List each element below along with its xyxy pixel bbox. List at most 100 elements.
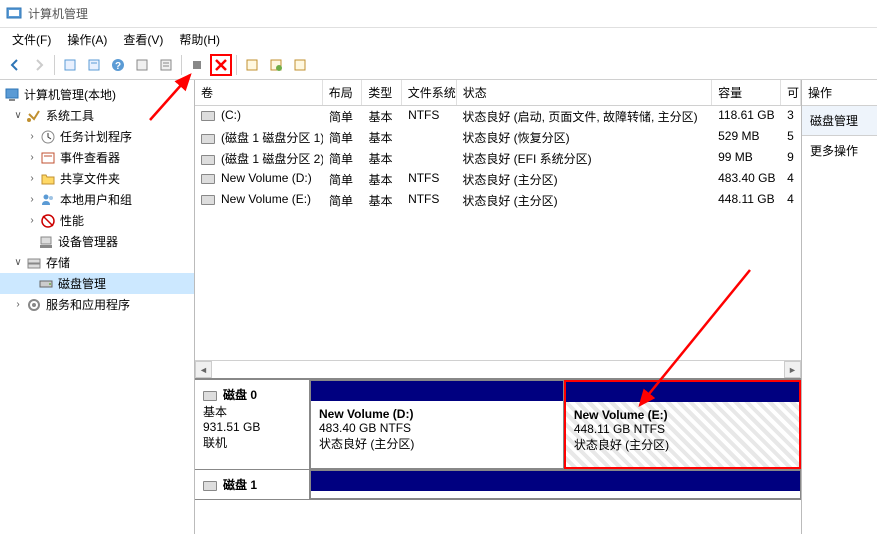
tree-label: 性能: [60, 212, 84, 229]
header-type[interactable]: 类型: [362, 80, 401, 105]
device-icon: [38, 234, 54, 250]
expand-icon[interactable]: ›: [26, 215, 38, 227]
collapse-icon[interactable]: ∨: [12, 110, 24, 122]
tree-label: 存储: [46, 254, 70, 271]
actions-group[interactable]: 磁盘管理: [802, 106, 877, 136]
actions-panel: 操作 磁盘管理 更多操作: [802, 80, 877, 534]
tree-local-users[interactable]: › 本地用户和组: [0, 189, 194, 210]
scroll-left-icon[interactable]: ◄: [195, 361, 212, 378]
disk-1-partitions: [310, 470, 801, 499]
forward-button[interactable]: [28, 54, 50, 76]
disk-graphical-panel[interactable]: 磁盘 0 基本 931.51 GB 联机 New Volume (D:) 483…: [195, 378, 801, 534]
volume-table[interactable]: 卷 布局 类型 文件系统 状态 容量 可 (C:)简单基本NTFS状态良好 (启…: [195, 80, 801, 360]
toolbar: ?: [0, 50, 877, 80]
tree-disk-management[interactable]: 磁盘管理: [0, 273, 194, 294]
table-row[interactable]: New Volume (D:)简单基本NTFS状态良好 (主分区)483.40 …: [195, 169, 801, 190]
main-area: 计算机管理(本地) ∨ 系统工具 › 任务计划程序 › 事件查看器 › 共享文件…: [0, 80, 877, 534]
expand-icon[interactable]: ›: [26, 173, 38, 185]
disk-1-row[interactable]: 磁盘 1: [195, 470, 801, 500]
horizontal-scrollbar[interactable]: ◄ ►: [195, 360, 801, 378]
tree-system-tools[interactable]: ∨ 系统工具: [0, 105, 194, 126]
scroll-right-icon[interactable]: ►: [784, 361, 801, 378]
content-panel: 卷 布局 类型 文件系统 状态 容量 可 (C:)简单基本NTFS状态良好 (启…: [195, 80, 802, 534]
collapse-icon[interactable]: ∨: [12, 257, 24, 269]
delete-button[interactable]: [210, 54, 232, 76]
table-row[interactable]: New Volume (E:)简单基本NTFS状态良好 (主分区)448.11 …: [195, 190, 801, 211]
tree-device-manager[interactable]: 设备管理器: [0, 231, 194, 252]
disk-type: 基本: [203, 405, 227, 419]
expand-icon[interactable]: ›: [26, 131, 38, 143]
tree-services[interactable]: › 服务和应用程序: [0, 294, 194, 315]
tools-icon: [26, 108, 42, 124]
services-icon: [26, 297, 42, 313]
tree-label: 磁盘管理: [58, 275, 106, 292]
app-icon: [6, 6, 22, 22]
drive-icon: [203, 481, 217, 491]
partition-status: 状态良好 (主分区): [574, 436, 791, 453]
actions-more[interactable]: 更多操作: [802, 136, 877, 165]
action-button[interactable]: [186, 54, 208, 76]
header-capacity[interactable]: 容量: [712, 80, 781, 105]
partition-header: [566, 382, 799, 402]
tree-event-viewer[interactable]: › 事件查看器: [0, 147, 194, 168]
partition[interactable]: [310, 470, 801, 499]
tree-shared-folders[interactable]: › 共享文件夹: [0, 168, 194, 189]
menu-file[interactable]: 文件(F): [4, 29, 59, 50]
disk-size: 931.51 GB: [203, 420, 260, 434]
partition-d[interactable]: New Volume (D:) 483.40 GB NTFS 状态良好 (主分区…: [310, 380, 564, 469]
partition-name: New Volume (D:): [319, 407, 555, 421]
help-button[interactable]: ?: [107, 54, 129, 76]
svg-text:?: ?: [115, 61, 121, 72]
tree-label: 事件查看器: [60, 149, 120, 166]
expand-icon[interactable]: ›: [26, 152, 38, 164]
toolbar-separator: [236, 55, 237, 75]
header-volume[interactable]: 卷: [195, 80, 323, 105]
view2-button[interactable]: [265, 54, 287, 76]
tree-label: 设备管理器: [58, 233, 118, 250]
volume-icon: [201, 155, 215, 165]
computer-icon: [4, 87, 20, 103]
menu-help[interactable]: 帮助(H): [171, 29, 228, 50]
partition-status: 状态良好 (主分区): [319, 435, 555, 452]
tree-task-scheduler[interactable]: › 任务计划程序: [0, 126, 194, 147]
up-button[interactable]: [59, 54, 81, 76]
back-button[interactable]: [4, 54, 26, 76]
window-title: 计算机管理: [28, 5, 88, 22]
header-layout[interactable]: 布局: [323, 80, 362, 105]
tree-label: 共享文件夹: [60, 170, 120, 187]
tree-storage[interactable]: ∨ 存储: [0, 252, 194, 273]
actions-header: 操作: [802, 80, 877, 106]
view3-button[interactable]: [289, 54, 311, 76]
clock-icon: [40, 129, 56, 145]
storage-icon: [26, 255, 42, 271]
view1-button[interactable]: [241, 54, 263, 76]
disk-0-row[interactable]: 磁盘 0 基本 931.51 GB 联机 New Volume (D:) 483…: [195, 380, 801, 470]
table-row[interactable]: (C:)简单基本NTFS状态良好 (启动, 页面文件, 故障转储, 主分区)11…: [195, 106, 801, 127]
properties-button[interactable]: [83, 54, 105, 76]
partition-size: 448.11 GB NTFS: [574, 422, 791, 436]
expand-icon[interactable]: ›: [12, 299, 24, 311]
tree-panel[interactable]: 计算机管理(本地) ∨ 系统工具 › 任务计划程序 › 事件查看器 › 共享文件…: [0, 80, 195, 534]
header-filesystem[interactable]: 文件系统: [402, 80, 457, 105]
table-row[interactable]: (磁盘 1 磁盘分区 1)简单基本状态良好 (恢复分区)529 MB5: [195, 127, 801, 148]
partition-header: [311, 471, 800, 491]
table-header: 卷 布局 类型 文件系统 状态 容量 可: [195, 80, 801, 106]
menu-action[interactable]: 操作(A): [59, 29, 115, 50]
menu-view[interactable]: 查看(V): [115, 29, 171, 50]
refresh-button[interactable]: [131, 54, 153, 76]
volume-icon: [201, 111, 215, 121]
tree-performance[interactable]: › 性能: [0, 210, 194, 231]
folder-icon: [40, 171, 56, 187]
expand-icon[interactable]: ›: [26, 194, 38, 206]
disk-name: 磁盘 0: [223, 388, 257, 402]
drive-icon: [203, 391, 217, 401]
tree-label: 任务计划程序: [60, 128, 132, 145]
tree-label: 系统工具: [46, 107, 94, 124]
tree-root[interactable]: 计算机管理(本地): [0, 84, 194, 105]
list-button[interactable]: [155, 54, 177, 76]
users-icon: [40, 192, 56, 208]
table-row[interactable]: (磁盘 1 磁盘分区 2)简单基本状态良好 (EFI 系统分区)99 MB9: [195, 148, 801, 169]
partition-e[interactable]: New Volume (E:) 448.11 GB NTFS 状态良好 (主分区…: [564, 380, 801, 469]
header-status[interactable]: 状态: [457, 80, 712, 105]
header-free[interactable]: 可: [781, 80, 801, 105]
